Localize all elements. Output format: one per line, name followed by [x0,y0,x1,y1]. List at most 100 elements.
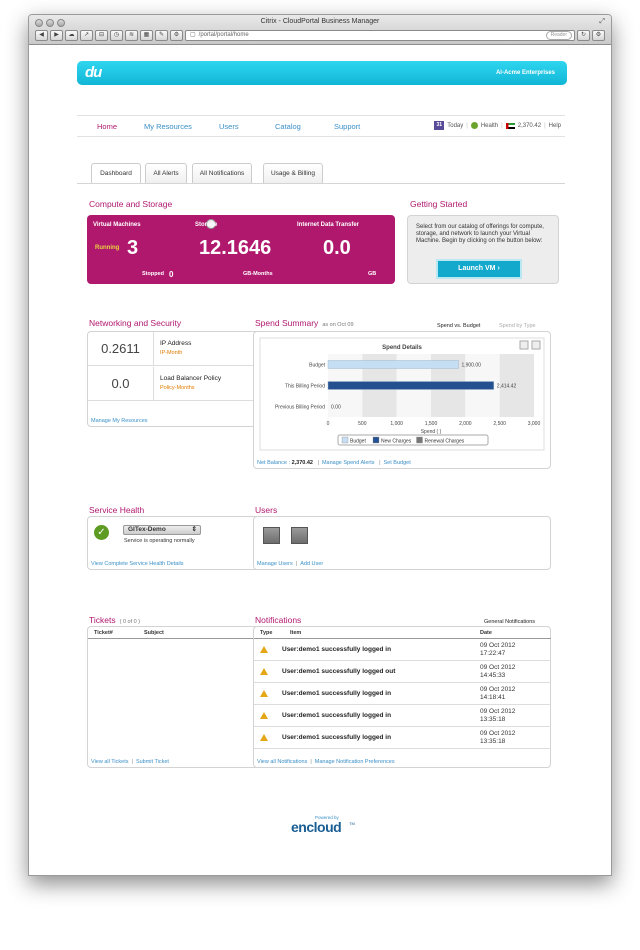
nav-users[interactable]: Users [219,122,239,131]
forward-icon[interactable]: ▶ [50,29,63,41]
x-tick-label: 2,500 [493,421,506,427]
spend-title: Spend Summary as on Oct 09 [255,318,354,328]
spend-vs-budget-toggle[interactable]: Spend vs. Budget [437,323,480,329]
data-label: 0.00 [331,405,341,411]
category-label: Budget [309,363,325,369]
storage-unit: GB-Months [243,271,273,277]
main-nav: Home My Resources Users Catalog Support … [77,115,565,137]
notification-row[interactable]: User:demo1 successfully logged in 09 Oct… [254,639,551,661]
notification-row[interactable]: User:demo1 successfully logged in 09 Oct… [254,683,551,705]
fullscreen-icon[interactable]: ⤢ [599,18,605,26]
add-user-link[interactable]: Add User [300,561,323,567]
today-link[interactable]: Today [447,123,463,129]
tab-usage-billing[interactable]: Usage & Billing [263,163,323,183]
tickets-title: Tickets( 0 of 0 ) [89,615,140,625]
tab-all-notifications[interactable]: All Notifications [192,163,252,183]
tickets-count: ( 0 of 0 ) [119,619,141,625]
notification-row[interactable]: User:demo1 successfully logged in 09 Oct… [254,705,551,727]
load-balancer-unit: Policy-Months [160,385,195,391]
du-logo[interactable]: du [85,64,102,81]
tickets-footer-links: View all Tickets | Submit Ticket [91,759,169,765]
wrench-icon[interactable]: ✎ [155,29,168,41]
reload-icon[interactable]: ↻ [577,29,590,41]
manage-notification-prefs-link[interactable]: Manage Notification Preferences [315,759,395,765]
manage-spend-alerts-link[interactable]: Manage Spend Alerts [322,460,375,466]
running-label: Running [95,245,120,251]
notification-item: User:demo1 successfully logged in [282,646,392,653]
net-balance-label[interactable]: Net Balance [257,460,287,466]
notification-row[interactable]: User:demo1 successfully logged in 09 Oct… [254,727,551,749]
manage-resources-link[interactable]: Manage My Resources [91,418,148,424]
rss-icon[interactable]: ≋ [125,29,138,41]
col-subject-header[interactable]: Subject [144,630,164,636]
col-date-header[interactable]: Date [480,630,492,636]
notification-item: User:demo1 successfully logged in [282,712,392,719]
spend-footer-links: Net Balance : 2,370.42 | Manage Spend Ale… [257,460,411,466]
user-avatar[interactable] [263,527,280,544]
notification-filter[interactable]: General Notifications [484,619,535,625]
col-type-header[interactable]: Type [260,630,272,636]
bookmark-icon[interactable]: ⊟ [95,29,108,41]
manage-users-link[interactable]: Manage Users [257,561,293,567]
flag-icon [505,122,515,129]
cloud-icon[interactable]: ☁ [65,29,78,41]
warning-icon [260,646,268,653]
notification-day: 09 Oct 2012 [480,730,516,737]
check-icon: ✓ [94,525,109,540]
share-icon[interactable]: ↗ [80,29,93,41]
notification-item: User:demo1 successfully logged in [282,690,392,697]
back-icon[interactable]: ◀ [35,29,48,41]
grid-icon[interactable]: ▦ [140,29,153,41]
service-select[interactable]: GITex-Demo ⇕ [123,525,201,535]
tab-dashboard[interactable]: Dashboard [91,163,141,184]
col-ticket-header[interactable]: Ticket# [94,630,113,636]
warning-icon [260,668,268,675]
spend-by-type-toggle[interactable]: Spend by Type [499,323,536,329]
col-item-header[interactable]: Item [290,630,301,636]
notification-time: 14:18:41 [480,694,506,701]
notification-day: 09 Oct 2012 [480,642,516,649]
notification-time: 13:35:18 [480,738,506,745]
notification-item: User:demo1 successfully logged in [282,734,392,741]
spend-chart: Spend Details 0 500 1,000 1,500 2,000 2,500 3,0… [259,337,545,451]
tools-icon[interactable]: ⚙ [170,29,183,41]
url-text: /portal/portal/home [198,31,249,38]
nav-catalog[interactable]: Catalog [275,122,301,131]
help-link[interactable]: Help [549,123,561,129]
address-bar[interactable]: ▢ /portal/portal/home Reader [185,29,575,41]
load-balancer-row: 0.0 Load Balancer Policy Policy-Months [88,367,261,401]
notification-time: 14:45:33 [480,672,506,679]
service-health-link[interactable]: View Complete Service Health Details [91,561,184,567]
x-axis-label: Spend ( ) [421,429,442,435]
compute-panel: Virtual Machines Running 3 Stopped 0 Sto… [87,215,395,284]
print-icon [519,340,529,350]
nav-my-resources[interactable]: My Resources [144,122,192,131]
networking-panel: 0.2611 IP Address IP-Month 0.0 Load Bala… [87,331,262,427]
legend-label: Renewal Charges [425,439,465,445]
download-icon[interactable]: ⚙ [592,29,605,41]
launch-vm-button[interactable]: Launch VM › [436,259,522,279]
x-tick-label: 2,000 [459,421,472,427]
tab-all-alerts[interactable]: All Alerts [145,163,187,183]
warning-icon [260,734,268,741]
nav-home[interactable]: Home [97,122,117,131]
view-notifications-link[interactable]: View all Notifications [257,759,307,765]
history-icon[interactable]: ◷ [110,29,123,41]
export-icon [531,340,541,350]
arrow-right-icon: › [497,265,500,272]
set-budget-link[interactable]: Set Budget [384,460,411,466]
notification-row[interactable]: User:demo1 successfully logged out 09 Oc… [254,661,551,683]
notification-date: 09 Oct 2012 13:35:18 [480,708,515,724]
submit-ticket-link[interactable]: Submit Ticket [136,759,169,765]
reader-button[interactable]: Reader [545,30,572,40]
user-avatar[interactable] [291,527,308,544]
health-link[interactable]: Health [481,123,498,129]
load-balancer-name: Load Balancer Policy [160,375,222,382]
x-tick-label: 1,500 [425,421,438,427]
nav-support[interactable]: Support [334,122,360,131]
view-tickets-link[interactable]: View all Tickets [91,759,129,765]
calendar-icon[interactable]: 31 [434,121,445,130]
notification-date: 09 Oct 2012 17:22:47 [480,642,515,658]
data-label: 1,900.00 [461,363,481,369]
title-bar: Citrix - CloudPortal Business Manager ⤢ … [29,15,611,45]
